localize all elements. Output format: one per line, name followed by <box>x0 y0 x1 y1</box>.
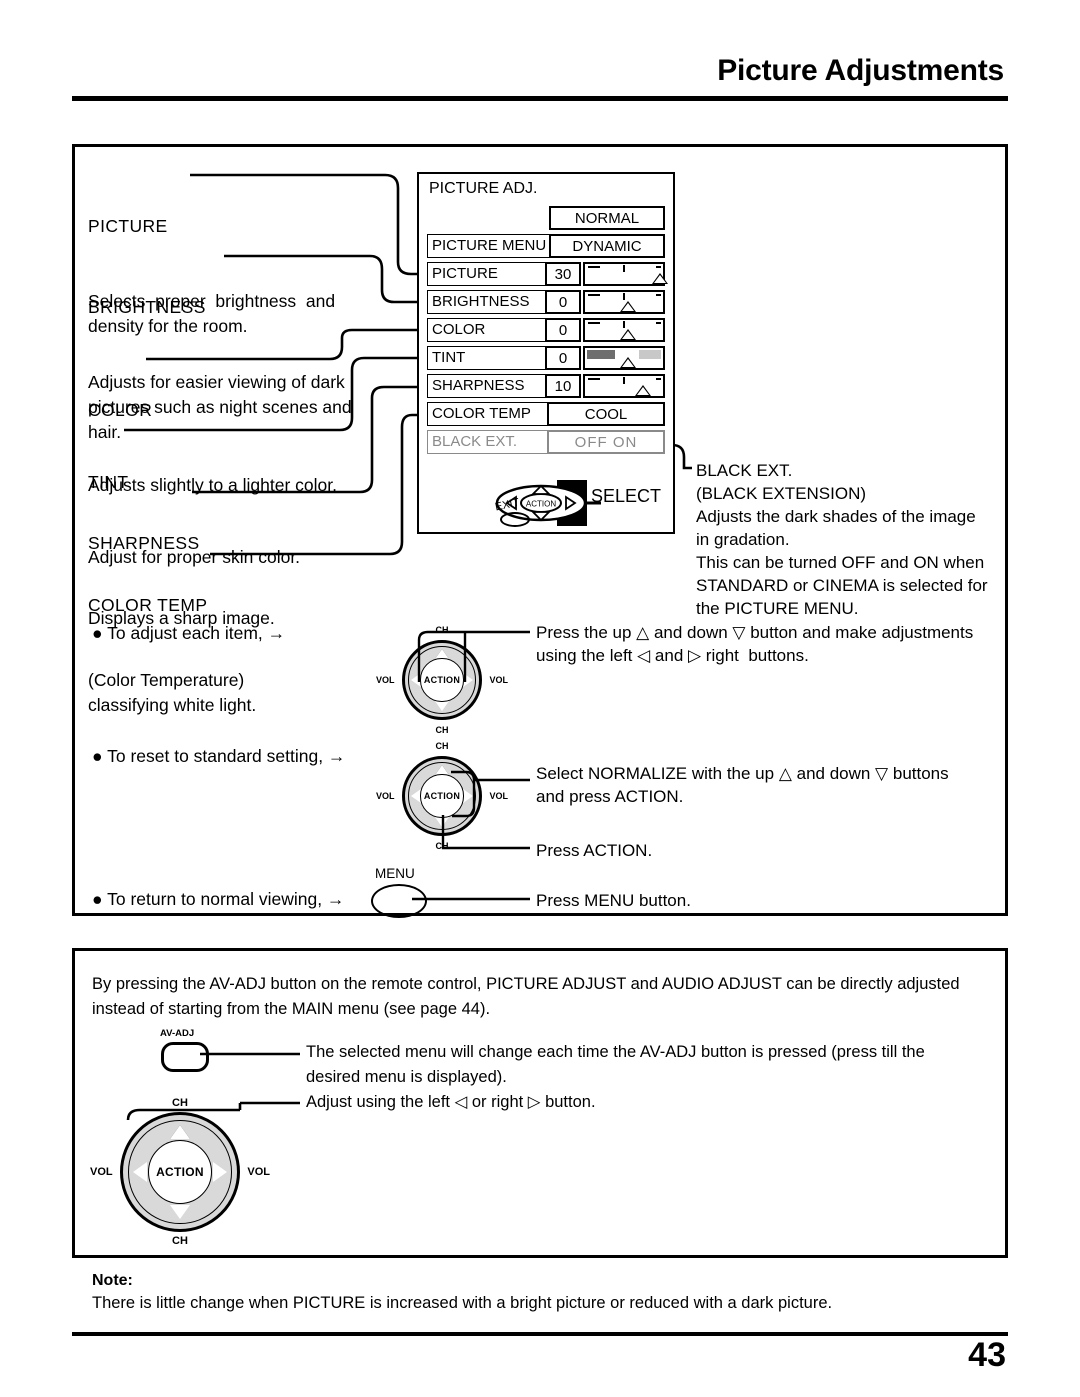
osd-row-sharpness[interactable]: SHARPNESS 10 <box>427 374 665 398</box>
select-label: SELECT <box>591 486 662 506</box>
pad-ch-top-2: CH <box>435 741 449 751</box>
remote-pad-3[interactable]: ACTION CH CH VOL VOL <box>90 1097 270 1247</box>
pad-ch-bottom-2: CH <box>435 841 449 851</box>
osd-label-brightness: BRIGHTNESS <box>427 290 549 314</box>
manual-page: Picture Adjustments PICTURE Selects prop… <box>0 0 1080 1397</box>
osd-slider-color[interactable] <box>583 318 665 342</box>
osd-label-color: COLOR <box>427 318 549 342</box>
pad-vol-left-1: VOL <box>376 675 395 685</box>
note-text: There is little change when PICTURE is i… <box>92 1294 833 1312</box>
osd-number-picture: 30 <box>545 262 581 286</box>
description-term-brightness: BRIGHTNESS <box>88 297 206 317</box>
osd-title: PICTURE ADJ. <box>429 180 538 197</box>
osd-row-tint[interactable]: TINT 0 <box>427 346 665 370</box>
osd-row-picture[interactable]: PICTURE 30 <box>427 262 669 286</box>
pad-vol-left-2: VOL <box>376 791 395 801</box>
instruction-press-action: Press ACTION. <box>536 841 653 860</box>
description-color-temp: COLOR TEMP (Color Temperature) classifyi… <box>88 543 256 768</box>
osd-row-color-temp[interactable]: COLOR TEMP COOL <box>427 402 665 426</box>
pad-ch-bottom-3: CH <box>172 1235 188 1247</box>
pad-action-label-1: ACTION <box>423 674 461 685</box>
page-number: 43 <box>968 1336 1006 1374</box>
osd-row-black-ext: BLACK EXT. OFF ON <box>427 430 665 454</box>
osd-slider-brightness[interactable] <box>583 290 665 314</box>
osd-number-sharpness: 10 <box>545 374 581 398</box>
black-ext-note: BLACK EXT. (BLACK EXTENSION) Adjusts the… <box>696 461 988 618</box>
svg-text:ACTION: ACTION <box>526 500 556 509</box>
osd-value-color-temp[interactable]: COOL <box>547 402 665 426</box>
osd-row-brightness[interactable]: BRIGHTNESS 0 <box>427 290 665 314</box>
footer-divider <box>72 1332 1008 1336</box>
bullet-reset-standard: ● To reset to standard setting, → <box>92 746 346 766</box>
pad-vol-right-2: VOL <box>489 791 508 801</box>
header-divider <box>72 96 1008 101</box>
osd-row-color[interactable]: COLOR 0 <box>427 318 665 342</box>
pad-ch-top-3: CH <box>172 1097 188 1109</box>
osd-label-tint: TINT <box>427 346 549 370</box>
exit-oval-icon <box>500 512 530 527</box>
osd-number-color: 0 <box>545 318 581 342</box>
osd-number-tint: 0 <box>545 346 581 370</box>
description-term-picture: PICTURE <box>88 216 168 236</box>
bullet-return-normal: ● To return to normal viewing, → <box>92 889 345 909</box>
pad-ch-bottom-1: CH <box>435 725 449 735</box>
pad-ch-top-1: CH <box>435 625 449 635</box>
osd-number-brightness: 0 <box>545 290 581 314</box>
osd-value-black-ext: OFF ON <box>547 430 665 454</box>
avadj-description: The selected menu will change each time … <box>306 1043 925 1086</box>
action-select-cluster: ACTION EXIT SELECT <box>494 478 685 530</box>
osd-row-picture-menu[interactable]: PICTURE MENU DYNAMIC <box>427 234 665 258</box>
avadj-button-label: AV-ADJ <box>160 1028 195 1039</box>
description-body-color-temp: (Color Temperature) classifying white li… <box>88 670 257 715</box>
osd-label-color-temp: COLOR TEMP <box>427 402 549 426</box>
osd-label-sharpness: SHARPNESS <box>427 374 549 398</box>
pad-vol-right-1: VOL <box>489 675 508 685</box>
pad-action-label-2: ACTION <box>423 790 461 801</box>
note-label: Note: <box>92 1272 133 1289</box>
menu-button[interactable] <box>371 884 427 918</box>
avadj-intro-text: By pressing the AV-ADJ button on the rem… <box>92 975 960 1018</box>
osd-label-picture: PICTURE <box>427 262 549 286</box>
osd-slider-tint[interactable] <box>583 346 665 370</box>
remote-pad-1[interactable]: ACTION CH CH VOL VOL <box>376 625 508 735</box>
instruction-adjust-each-item: Press the up △ and down ▽ button and mak… <box>536 623 974 665</box>
pad-vol-left-3: VOL <box>90 1166 113 1178</box>
osd-label-picture-menu: PICTURE MENU <box>427 234 551 258</box>
pad-vol-right-3: VOL <box>247 1166 270 1178</box>
page-title: Picture Adjustments <box>717 54 1004 87</box>
pad-action-label-3: ACTION <box>156 1164 204 1179</box>
description-term-color-temp: COLOR TEMP <box>88 595 208 615</box>
remote-pad-2[interactable]: ACTION CH CH VOL VOL <box>376 741 508 851</box>
avadj-button[interactable] <box>161 1042 209 1072</box>
instruction-reset-standard: Select NORMALIZE with the up △ and down … <box>536 764 949 806</box>
avadj-adjust-text: Adjust using the left ◁ or right ▷ butto… <box>306 1093 596 1111</box>
instruction-return-normal: Press MENU button. <box>536 891 691 910</box>
osd-slider-sharpness[interactable] <box>583 374 665 398</box>
bullet-adjust-each-item: ● To adjust each item, → <box>92 623 286 643</box>
osd-value-picture-menu[interactable]: DYNAMIC <box>549 234 665 258</box>
osd-slider-picture[interactable] <box>583 262 669 286</box>
menu-button-label: MENU <box>375 866 415 881</box>
osd-normalize-button[interactable]: NORMAL <box>549 206 665 230</box>
